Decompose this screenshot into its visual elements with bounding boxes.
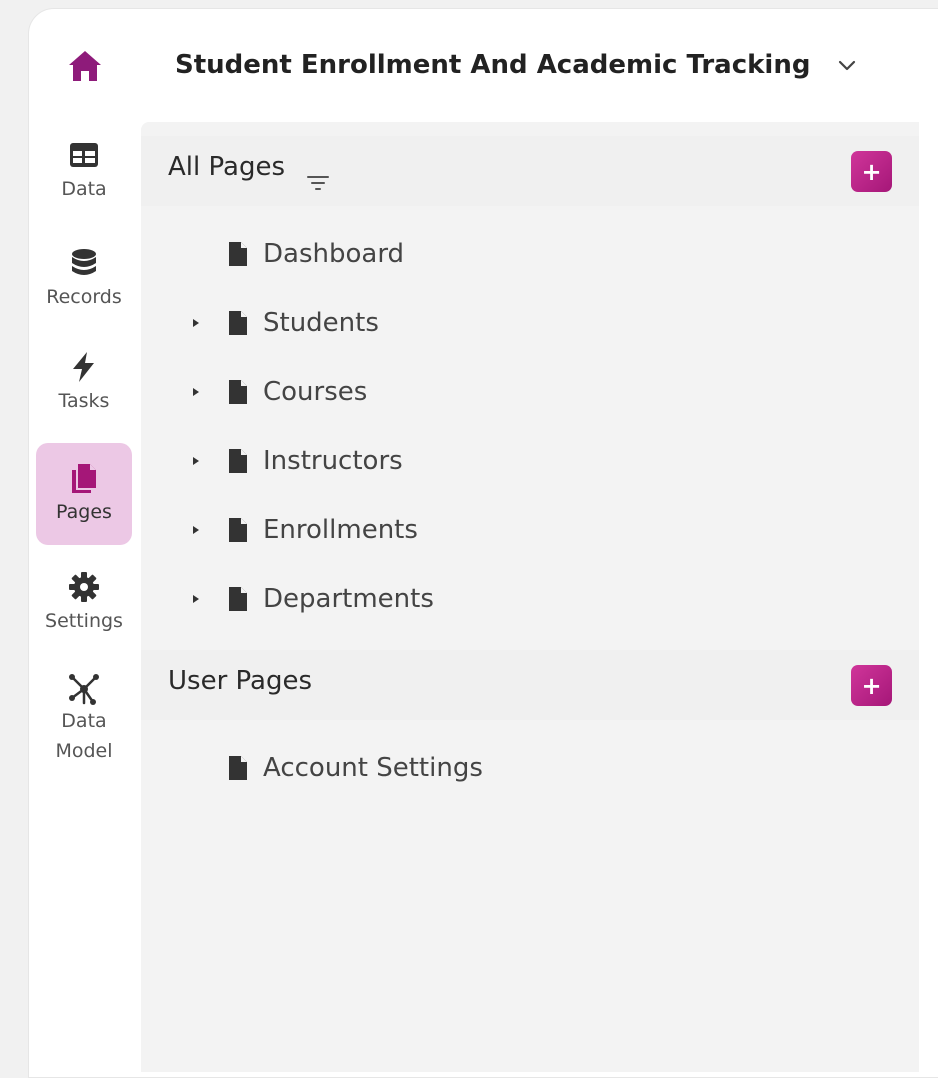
tree-item-departments[interactable]: Departments: [181, 577, 434, 621]
page-icon: [229, 518, 247, 542]
page-icon: [229, 242, 247, 266]
tree-item-label: Courses: [263, 377, 368, 407]
rail-item-data-model[interactable]: Data Model: [36, 672, 132, 782]
tree-item-dashboard[interactable]: Dashboard: [181, 232, 404, 276]
add-page-button[interactable]: +: [851, 151, 892, 192]
tree-item-enrollments[interactable]: Enrollments: [181, 508, 418, 552]
rail-item-pages[interactable]: Pages: [36, 443, 132, 545]
page-icon: [229, 380, 247, 404]
filter-icon[interactable]: [307, 174, 329, 192]
gear-icon: [69, 572, 99, 602]
tree-item-account-settings[interactable]: Account Settings: [181, 746, 483, 790]
network-icon: [69, 674, 99, 705]
rail-item-label: Data: [61, 178, 107, 200]
tree-item-students[interactable]: Students: [181, 301, 379, 345]
rail-item-label: Pages: [56, 501, 112, 523]
app-title-selector[interactable]: Student Enrollment And Academic Tracking: [175, 44, 858, 86]
rail-item-data[interactable]: Data: [36, 138, 132, 214]
caret-right-icon[interactable]: [189, 454, 203, 468]
tree-item-label: Dashboard: [263, 239, 405, 269]
tree-item-label: Students: [263, 308, 379, 338]
rail-item-label: Tasks: [58, 390, 110, 412]
tree-item-label: Instructors: [263, 446, 403, 476]
user-pages-title: User Pages: [168, 666, 313, 696]
rail-item-label: Settings: [45, 610, 123, 632]
plus-icon: +: [861, 671, 882, 700]
user-pages-header: User Pages +: [141, 650, 919, 720]
add-user-page-button[interactable]: +: [851, 665, 892, 706]
table-icon: [70, 143, 98, 167]
rail-item-settings[interactable]: Settings: [36, 570, 132, 646]
page-icon: [229, 756, 247, 780]
database-icon: [72, 249, 96, 275]
rail-item-label: Data Model: [55, 710, 113, 762]
chevron-down-icon: [839, 60, 856, 71]
home-icon[interactable]: [67, 48, 103, 84]
tree-item-label: Enrollments: [263, 515, 418, 545]
all-pages-header: All Pages +: [141, 136, 919, 206]
tree-item-label: Departments: [263, 584, 434, 614]
page-icon: [229, 449, 247, 473]
rail-item-records[interactable]: Records: [36, 246, 132, 322]
tree-item-instructors[interactable]: Instructors: [181, 439, 403, 483]
caret-right-icon[interactable]: [189, 385, 203, 399]
tree-item-courses[interactable]: Courses: [181, 370, 367, 414]
app-title: Student Enrollment And Academic Tracking: [175, 50, 811, 80]
lightning-bolt-icon: [73, 352, 94, 382]
rail-item-label: Records: [46, 286, 122, 308]
pages-panel: All Pages + Dashboard Students Courses I…: [141, 122, 919, 1072]
all-pages-title: All Pages: [168, 152, 285, 182]
page-icon: [229, 311, 247, 335]
caret-right-icon[interactable]: [189, 316, 203, 330]
pages-icon: [72, 464, 96, 493]
caret-right-icon[interactable]: [189, 592, 203, 606]
rail-item-tasks[interactable]: Tasks: [36, 350, 132, 426]
page-icon: [229, 587, 247, 611]
tree-item-label: Account Settings: [263, 753, 483, 783]
plus-icon: +: [861, 157, 882, 186]
caret-right-icon[interactable]: [189, 523, 203, 537]
